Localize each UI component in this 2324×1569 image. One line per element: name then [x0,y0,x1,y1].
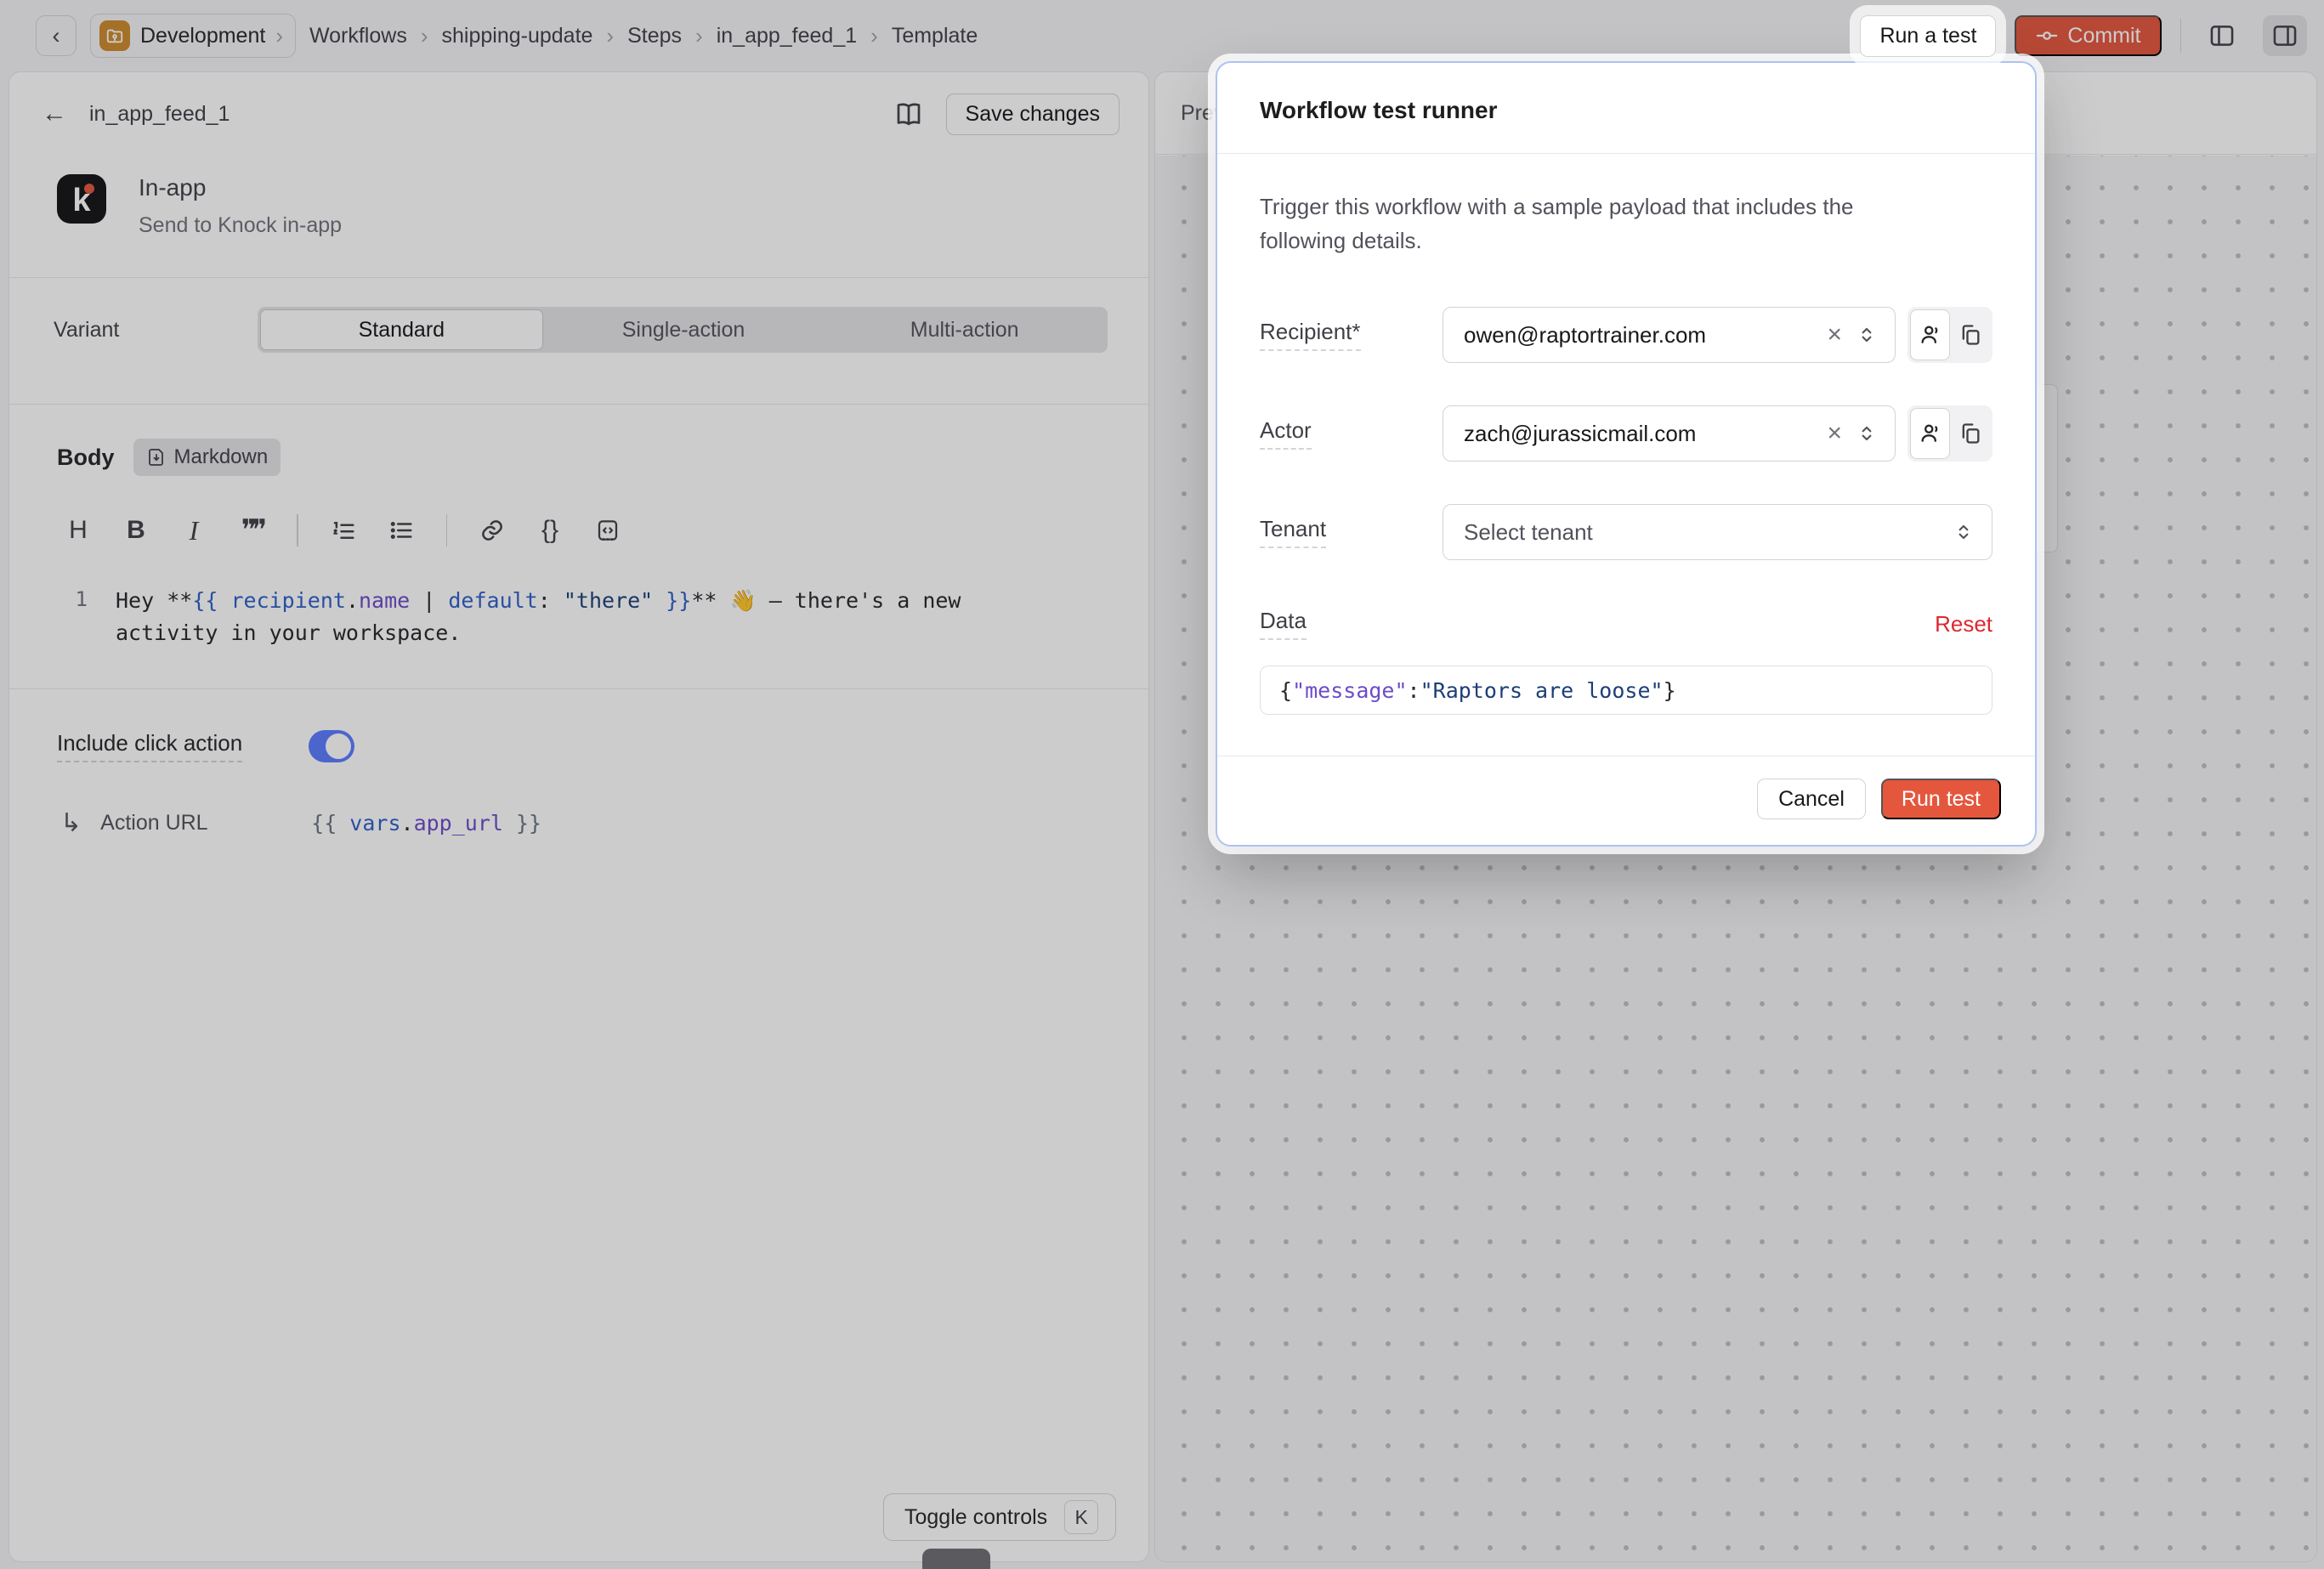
modal-footer: Cancel Run test [1217,756,2035,845]
workflow-test-runner-modal: Workflow test runner Trigger this workfl… [1216,61,2037,847]
recipient-label: Recipient* [1260,319,1443,351]
actor-copy-json-button[interactable] [1950,408,1990,459]
actor-field-row: Actor zach@jurassicmail.com × [1260,405,1992,462]
chevron-updown-icon [1953,521,1975,543]
data-label: Data [1260,608,1443,640]
actor-mode-switch [1907,405,1992,462]
tenant-select[interactable]: Select tenant [1443,504,1992,560]
tenant-label: Tenant [1260,516,1443,548]
app-screen: ‹ Development › Workflows › shipping-upd… [0,0,2324,1569]
actor-label: Actor [1260,417,1443,450]
actor-user-mode-button[interactable] [1910,408,1950,459]
actor-value: zach@jurassicmail.com [1464,421,1813,447]
user-icon [1919,422,1942,445]
recipient-field-row: Recipient* owen@raptortrainer.com × [1260,307,1992,363]
reset-link[interactable]: Reset [1935,611,1992,637]
user-icon [1919,323,1942,347]
recipient-combobox[interactable]: owen@raptortrainer.com × [1443,307,1896,363]
recipient-value: owen@raptortrainer.com [1464,322,1813,348]
clear-recipient-icon[interactable]: × [1827,322,1842,348]
recipient-user-mode-button[interactable] [1910,309,1950,360]
data-json-input[interactable]: {"message": "Raptors are loose"} [1260,666,1992,715]
actor-combobox[interactable]: zach@jurassicmail.com × [1443,405,1896,462]
copy-icon [1958,422,1982,445]
modal-body: Trigger this workflow with a sample payl… [1217,154,2035,715]
recipient-copy-json-button[interactable] [1950,309,1990,360]
modal-title: Workflow test runner [1260,97,1992,124]
clear-actor-icon[interactable]: × [1827,421,1842,446]
tenant-field-row: Tenant Select tenant [1260,504,1992,560]
tenant-placeholder: Select tenant [1464,519,1953,546]
run-test-button[interactable]: Run test [1881,779,2001,819]
recipient-mode-switch [1907,307,1992,363]
cancel-button[interactable]: Cancel [1757,779,1866,819]
data-header-row: Data Reset [1260,608,1992,640]
modal-description: Trigger this workflow with a sample payl… [1260,190,1940,258]
chevron-updown-icon[interactable] [1856,422,1878,445]
chevron-updown-icon[interactable] [1856,324,1878,346]
run-a-test-button[interactable]: Run a test [1860,15,1996,57]
copy-icon [1958,323,1982,347]
modal-header: Workflow test runner [1217,63,2035,154]
